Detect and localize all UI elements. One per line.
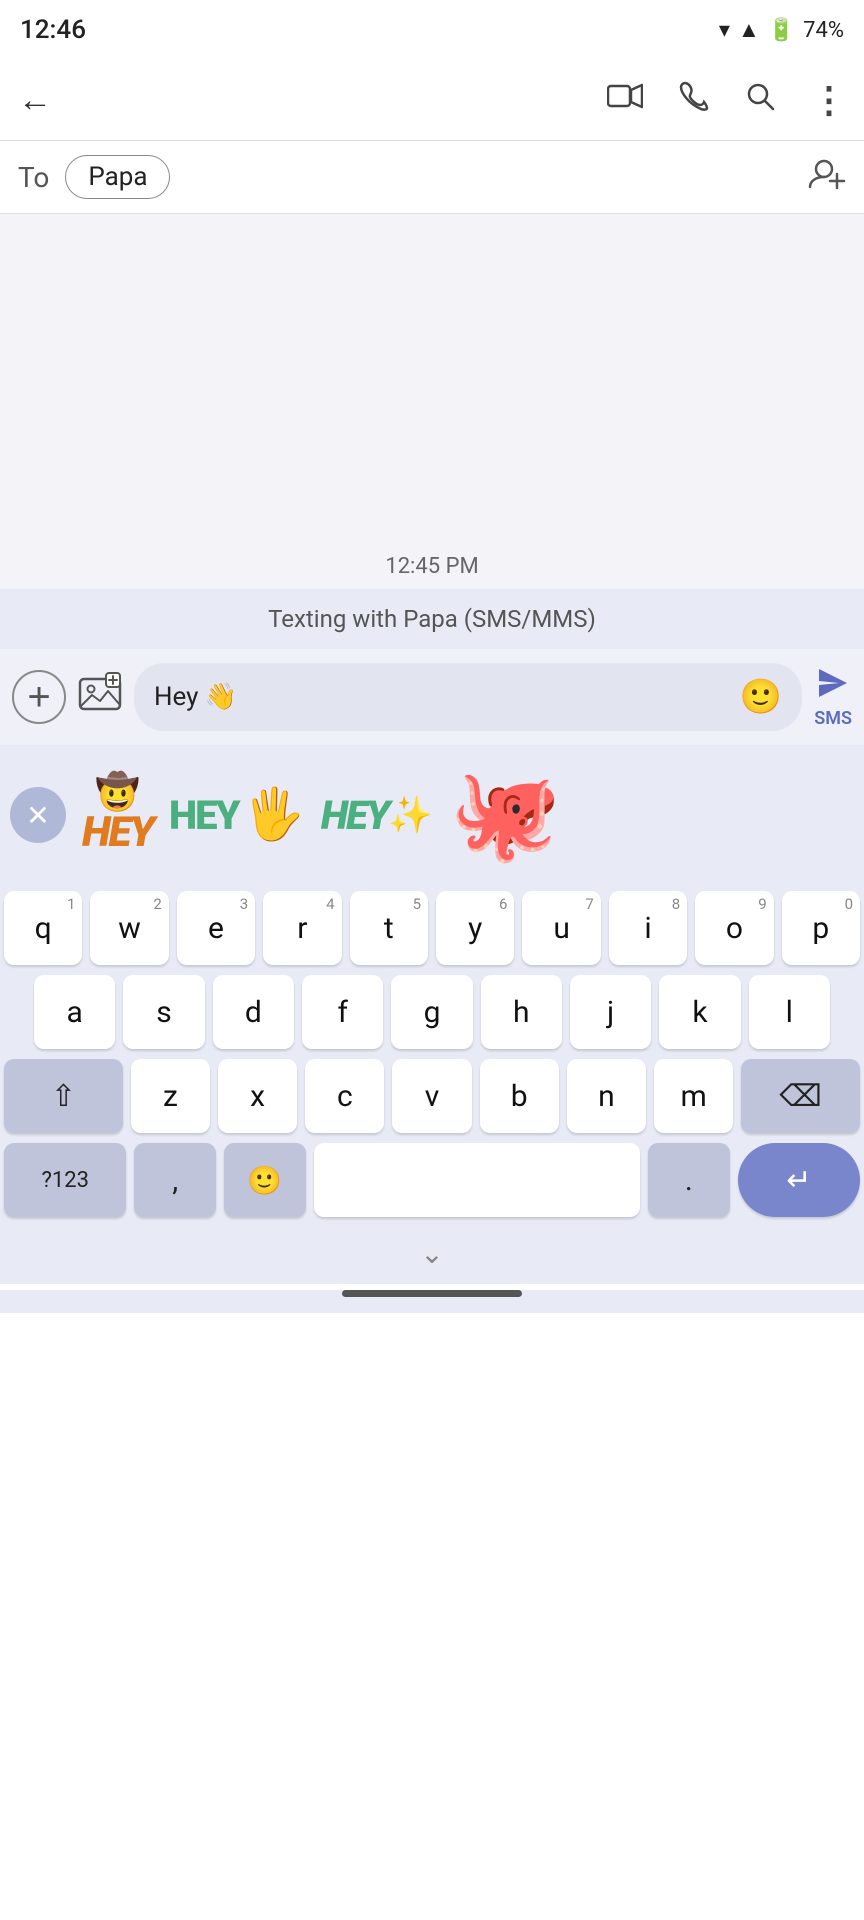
keyboard-row-3: ⇧ z x c v b n m ⌫ xyxy=(4,1059,860,1133)
gallery-button[interactable] xyxy=(78,671,122,724)
battery-percent: 74% xyxy=(803,18,844,43)
input-bar: + Hey 👋 🙂 SMS xyxy=(0,649,864,745)
space-key[interactable] xyxy=(314,1143,640,1217)
keyboard-row-2: a s d f g h j k l xyxy=(4,975,860,1049)
key-d[interactable]: d xyxy=(213,975,294,1049)
key-q[interactable]: q1 xyxy=(4,891,82,965)
key-t[interactable]: t5 xyxy=(350,891,428,965)
key-n[interactable]: n xyxy=(567,1059,646,1133)
keyboard-row-4: ?123 , 🙂 . ↵ xyxy=(4,1143,860,1217)
keyboard: q1 w2 e3 r4 t5 y6 u7 i8 o9 p0 a s d f g … xyxy=(0,885,864,1284)
phone-icon[interactable] xyxy=(679,81,709,119)
message-area: 12:45 PM Texting with Papa (SMS/MMS) xyxy=(0,214,864,649)
symbols-key[interactable]: ?123 xyxy=(4,1143,126,1217)
send-button[interactable]: SMS xyxy=(814,665,852,729)
key-r[interactable]: r4 xyxy=(263,891,341,965)
key-i[interactable]: i8 xyxy=(609,891,687,965)
sticker-suggestion-bar: ✕ 🤠 HEY HEY 🖐️ HEY ✨ 🐙 xyxy=(0,745,864,885)
hide-keyboard-chevron[interactable]: ⌄ xyxy=(420,1237,443,1270)
key-x[interactable]: x xyxy=(218,1059,297,1133)
key-v[interactable]: v xyxy=(392,1059,471,1133)
key-m[interactable]: m xyxy=(654,1059,733,1133)
signal-icon: ▲ xyxy=(738,17,760,43)
key-e[interactable]: e3 xyxy=(177,891,255,965)
action-icons: ⋮ xyxy=(607,79,846,121)
period-key[interactable]: . xyxy=(648,1143,730,1217)
add-contact-button[interactable] xyxy=(808,156,846,198)
emoji-button[interactable]: 🙂 xyxy=(740,677,782,717)
keyboard-row-1: q1 w2 e3 r4 t5 y6 u7 i8 o9 p0 xyxy=(4,891,860,965)
key-a[interactable]: a xyxy=(34,975,115,1049)
shift-key[interactable]: ⇧ xyxy=(4,1059,123,1133)
sticker-hey-exclaim[interactable]: HEY ✨ xyxy=(321,792,433,839)
wifi-icon: ▾ xyxy=(719,18,730,43)
battery-icon: 🔋 xyxy=(768,18,795,43)
key-z[interactable]: z xyxy=(131,1059,210,1133)
to-label: To xyxy=(18,161,49,194)
key-b[interactable]: b xyxy=(480,1059,559,1133)
delete-key[interactable]: ⌫ xyxy=(741,1059,860,1133)
key-u[interactable]: u7 xyxy=(522,891,600,965)
key-p[interactable]: p0 xyxy=(782,891,860,965)
status-time: 12:46 xyxy=(20,15,86,45)
video-call-icon[interactable] xyxy=(607,82,643,118)
key-y[interactable]: y6 xyxy=(436,891,514,965)
home-indicator xyxy=(342,1290,522,1297)
key-l[interactable]: l xyxy=(749,975,830,1049)
key-c[interactable]: c xyxy=(305,1059,384,1133)
comma-key[interactable]: , xyxy=(134,1143,216,1217)
sticker-hey-cowboy[interactable]: 🤠 HEY xyxy=(82,774,153,856)
sticker-hey-hand[interactable]: HEY 🖐️ xyxy=(169,786,305,844)
emoji-keyboard-key[interactable]: 🙂 xyxy=(224,1143,306,1217)
recipient-chip[interactable]: Papa xyxy=(65,155,170,199)
key-k[interactable]: k xyxy=(659,975,740,1049)
key-j[interactable]: j xyxy=(570,975,651,1049)
context-banner: Texting with Papa (SMS/MMS) xyxy=(0,589,864,649)
send-icon xyxy=(815,665,851,708)
enter-key[interactable]: ↵ xyxy=(738,1143,860,1217)
status-icons: ▾ ▲ 🔋 74% xyxy=(719,17,844,43)
back-button[interactable]: ← xyxy=(18,80,52,120)
search-icon[interactable] xyxy=(745,81,775,119)
message-input[interactable]: Hey 👋 🙂 xyxy=(134,663,802,731)
more-options-icon[interactable]: ⋮ xyxy=(811,79,846,121)
bottom-bar: ⌄ xyxy=(4,1227,860,1284)
key-h[interactable]: h xyxy=(481,975,562,1049)
add-attachment-button[interactable]: + xyxy=(12,670,66,724)
send-label: SMS xyxy=(814,708,852,729)
to-field: To Papa xyxy=(0,140,864,214)
message-timestamp: 12:45 PM xyxy=(0,554,864,579)
sticker-close-button[interactable]: ✕ xyxy=(10,787,66,843)
action-bar: ← ⋮ xyxy=(0,60,864,140)
message-text[interactable]: Hey 👋 xyxy=(154,682,730,712)
key-w[interactable]: w2 xyxy=(90,891,168,965)
sticker-octopus[interactable]: 🐙 xyxy=(449,770,561,860)
key-s[interactable]: s xyxy=(123,975,204,1049)
status-bar: 12:46 ▾ ▲ 🔋 74% xyxy=(0,0,864,60)
key-g[interactable]: g xyxy=(391,975,472,1049)
key-o[interactable]: o9 xyxy=(695,891,773,965)
key-f[interactable]: f xyxy=(302,975,383,1049)
